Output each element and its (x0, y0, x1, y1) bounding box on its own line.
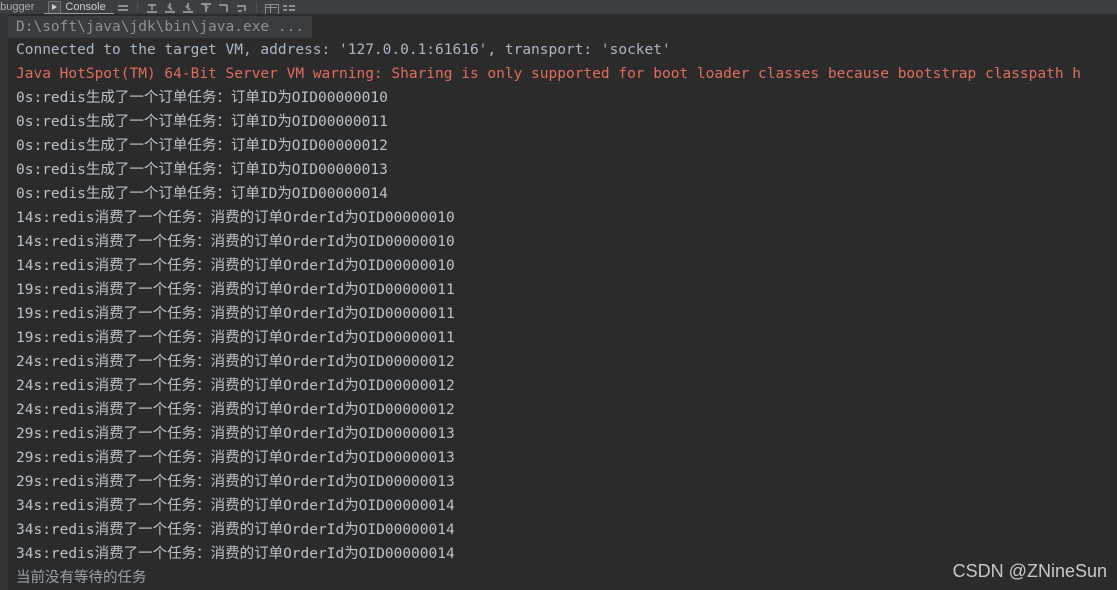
command-line: D:\soft\java\jdk\bin\java.exe ... (8, 16, 313, 38)
console-line: 29s:redis消费了一个任务：消费的订单OrderId为OID0000001… (16, 450, 455, 466)
console-line: 24s:redis消费了一个任务：消费的订单OrderId为OID0000001… (16, 402, 455, 418)
tab-console[interactable]: Console (44, 0, 115, 14)
console-lines: D:\soft\java\jdk\bin\java.exe ... Connec… (8, 14, 1117, 590)
tab-debugger-label: ebugger (0, 1, 35, 13)
console-line: 29s:redis消费了一个任务：消费的订单OrderId为OID0000001… (16, 426, 455, 442)
step-over-icon[interactable] (144, 1, 160, 14)
console-line: 0s:redis生成了一个订单任务：订单ID为OID00000010 (16, 90, 388, 106)
debug-tool-window-toolbar: ebugger Console (0, 0, 1117, 14)
console-output-panel[interactable]: D:\soft\java\jdk\bin\java.exe ... Connec… (0, 14, 1117, 590)
command-line-row: D:\soft\java\jdk\bin\java.exe ... (8, 14, 1117, 38)
console-line: 0s:redis生成了一个订单任务：订单ID为OID00000014 (16, 186, 388, 202)
console-line: 19s:redis消费了一个任务：消费的订单OrderId为OID0000001… (16, 306, 455, 322)
console-line: Connected to the target VM, address: '12… (16, 42, 671, 58)
drop-frame-icon[interactable] (216, 1, 232, 14)
settings-list-icon[interactable] (281, 1, 297, 14)
console-line: 14s:redis消费了一个任务：消费的订单OrderId为OID0000001… (16, 234, 455, 250)
console-line: 当前没有等待的任务 (16, 570, 147, 586)
run-to-cursor-icon[interactable] (234, 1, 250, 14)
console-line: 34s:redis消费了一个任务：消费的订单OrderId为OID0000001… (16, 498, 455, 514)
console-line: Java HotSpot(TM) 64-Bit Server VM warnin… (16, 66, 1082, 82)
console-line: 24s:redis消费了一个任务：消费的订单OrderId为OID0000001… (16, 378, 455, 394)
console-line: 34s:redis消费了一个任务：消费的订单OrderId为OID0000001… (16, 546, 455, 562)
show-execution-point-icon[interactable] (115, 1, 131, 14)
toolbar-separator-2 (255, 1, 257, 13)
console-line: 24s:redis消费了一个任务：消费的订单OrderId为OID0000001… (16, 354, 455, 370)
run-icon (48, 0, 62, 14)
console-line: 0s:redis生成了一个订单任务：订单ID为OID00000011 (16, 114, 388, 130)
console-line: 34s:redis消费了一个任务：消费的订单OrderId为OID0000001… (16, 522, 455, 538)
tab-console-label: Console (65, 1, 106, 13)
step-out-icon[interactable] (198, 1, 214, 14)
step-into-icon[interactable] (162, 1, 178, 14)
force-step-into-icon[interactable] (180, 1, 196, 14)
console-line: 0s:redis生成了一个订单任务：订单ID为OID00000013 (16, 162, 388, 178)
console-line: 14s:redis消费了一个任务：消费的订单OrderId为OID0000001… (16, 210, 455, 226)
console-line: 29s:redis消费了一个任务：消费的订单OrderId为OID0000001… (16, 474, 455, 490)
console-line: 19s:redis消费了一个任务：消费的订单OrderId为OID0000001… (16, 330, 455, 346)
console-line: 19s:redis消费了一个任务：消费的订单OrderId为OID0000001… (16, 282, 455, 298)
evaluate-expression-icon[interactable] (263, 1, 279, 14)
console-gutter (0, 14, 8, 590)
console-line: 14s:redis消费了一个任务：消费的订单OrderId为OID0000001… (16, 258, 455, 274)
toolbar-separator (136, 1, 138, 13)
watermark: CSDN @ZNineSun (952, 561, 1107, 581)
console-line: 0s:redis生成了一个订单任务：订单ID为OID00000012 (16, 138, 388, 154)
tab-debugger[interactable]: ebugger (0, 0, 44, 14)
